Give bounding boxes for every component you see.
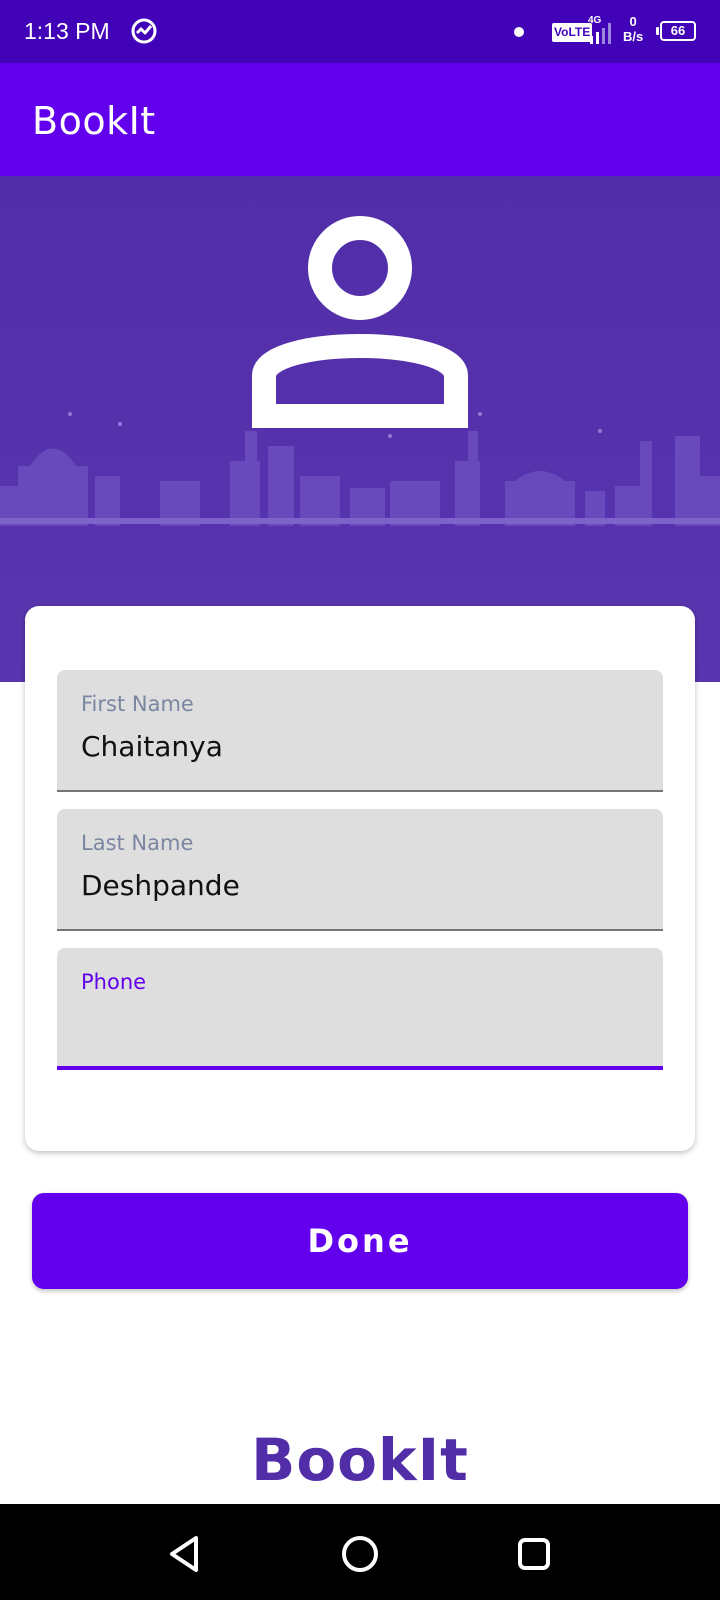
status-bar: 1:13 PM VoLTE 4G 0 B/s 66 <box>0 0 720 63</box>
status-time: 1:13 PM <box>24 18 110 44</box>
last-name-value[interactable]: Deshpande <box>81 869 240 902</box>
phone-field[interactable]: Phone <box>57 948 663 1070</box>
person-icon <box>252 216 468 428</box>
home-circle-icon[interactable] <box>338 1532 382 1576</box>
first-name-label: First Name <box>81 692 194 716</box>
last-name-field[interactable]: Last Name Deshpande <box>57 809 663 931</box>
done-button[interactable]: Done <box>32 1193 688 1289</box>
battery-tip <box>656 27 659 35</box>
battery-icon: 66 <box>656 21 696 43</box>
last-name-label: Last Name <box>81 831 194 855</box>
battery-level: 66 <box>660 21 696 41</box>
speed-unit: B/s <box>623 29 644 44</box>
network-speed: 0 B/s <box>623 14 643 44</box>
app-bar: BookIt <box>0 63 720 176</box>
first-name-value[interactable]: Chaitanya <box>81 730 223 763</box>
signal-icon <box>590 23 611 44</box>
sync-icon <box>131 18 157 44</box>
footer-logo: BookIt <box>251 1426 469 1494</box>
system-nav-bar <box>0 1504 720 1600</box>
recents-square-icon[interactable] <box>512 1532 556 1576</box>
first-name-field[interactable]: First Name Chaitanya <box>57 670 663 792</box>
volte-badge: VoLTE <box>552 23 593 42</box>
profile-form-card: First Name Chaitanya Last Name Deshpande… <box>25 606 695 1151</box>
app-title: BookIt <box>32 99 156 143</box>
notification-dot <box>514 27 524 37</box>
back-triangle-icon[interactable] <box>164 1532 208 1576</box>
speed-value: 0 <box>629 14 637 29</box>
phone-label: Phone <box>81 970 147 994</box>
